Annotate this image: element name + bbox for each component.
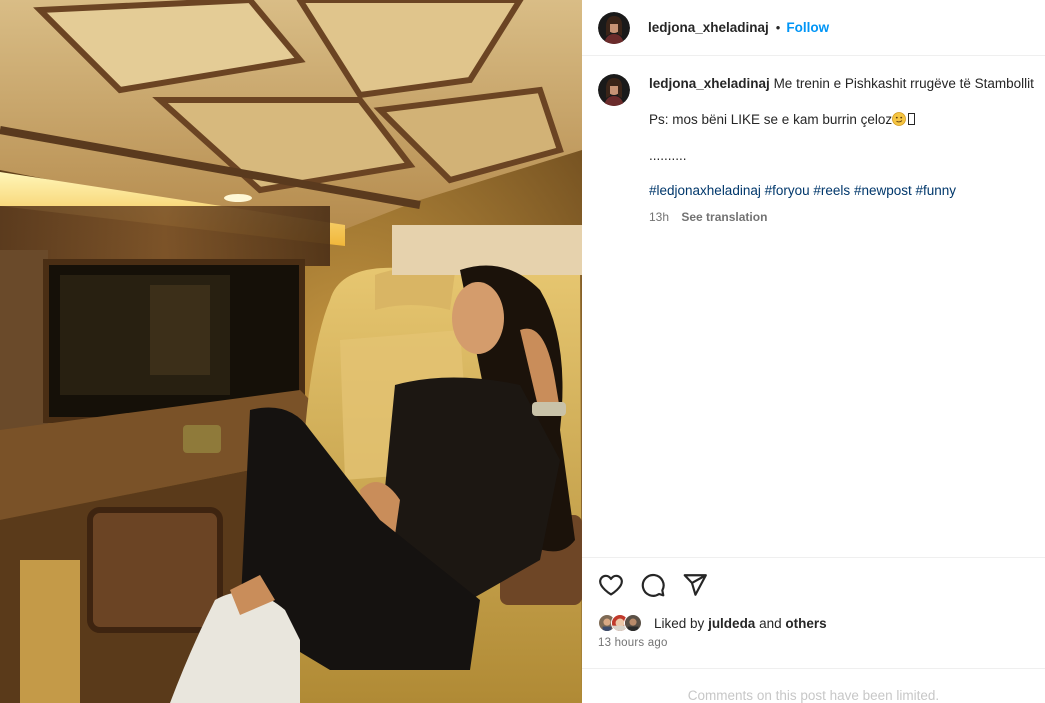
header-username[interactable]: ledjona_xheladinaj <box>648 20 769 35</box>
divider <box>582 557 1045 558</box>
action-bar <box>598 572 724 598</box>
avatar-image <box>598 11 630 44</box>
see-translation-button[interactable]: See translation <box>681 210 767 224</box>
avatar[interactable] <box>598 11 630 44</box>
post-details-panel: ledjona_xheladinaj • Follow ledjona_xhel… <box>582 0 1045 703</box>
caption-username[interactable]: ledjona_xheladinaj <box>649 76 770 91</box>
caption-line-2: Ps: mos bëni LIKE se e kam burrin çeloz <box>649 111 916 129</box>
like-button[interactable] <box>598 572 624 598</box>
post-header: ledjona_xheladinaj • Follow <box>582 0 1045 56</box>
comment-icon <box>641 573 665 597</box>
hashtag-link[interactable]: #ledjonaxheladinaj <box>649 183 761 198</box>
share-icon <box>683 574 707 596</box>
smirk-emoji-icon <box>892 112 907 126</box>
separator-dot: • <box>775 20 781 35</box>
hashtag-link[interactable]: #foryou <box>765 183 810 198</box>
missing-glyph-icon <box>908 113 916 125</box>
hashtag-list: #ledjonaxheladinaj #foryou #reels #newpo… <box>649 182 956 200</box>
likes-conjunction: and <box>759 615 782 631</box>
likes-others-link[interactable]: others <box>785 616 826 631</box>
caption-time[interactable]: 13h <box>649 210 669 224</box>
caption-text-1: Me trenin e Pishkashit rrugëve të Stambo… <box>773 76 1034 91</box>
comments-limited-notice: Comments on this post have been limited. <box>687 688 940 703</box>
post-image[interactable] <box>0 0 582 703</box>
liker-avatars[interactable] <box>598 612 648 634</box>
caption-avatar[interactable] <box>598 74 630 106</box>
share-button[interactable] <box>682 572 708 598</box>
heart-icon <box>599 574 623 596</box>
likes-prefix: Liked by <box>654 615 705 631</box>
avatar-image <box>598 74 630 106</box>
hashtag-link[interactable]: #reels <box>813 183 850 198</box>
liker-username[interactable]: juldeda <box>708 616 755 631</box>
comment-button[interactable] <box>640 572 666 598</box>
avatar-image <box>625 615 641 631</box>
post-photo <box>0 0 582 703</box>
divider <box>582 668 1045 669</box>
post-timestamp[interactable]: 13 hours ago <box>598 637 668 649</box>
hashtag-link[interactable]: #funny <box>916 183 957 198</box>
caption-line-1: ledjona_xheladinaj Me trenin e Pishkashi… <box>649 75 1034 93</box>
caption-text-3: .......... <box>649 148 687 163</box>
caption-meta: 13h See translation <box>649 208 767 226</box>
follow-button[interactable]: Follow <box>786 20 829 35</box>
likes-summary: Liked by juldeda and others <box>598 612 827 634</box>
caption-text-2: Ps: mos bëni LIKE se e kam burrin çeloz <box>649 112 893 127</box>
liker-avatar <box>624 614 642 632</box>
hashtag-link[interactable]: #newpost <box>854 183 912 198</box>
